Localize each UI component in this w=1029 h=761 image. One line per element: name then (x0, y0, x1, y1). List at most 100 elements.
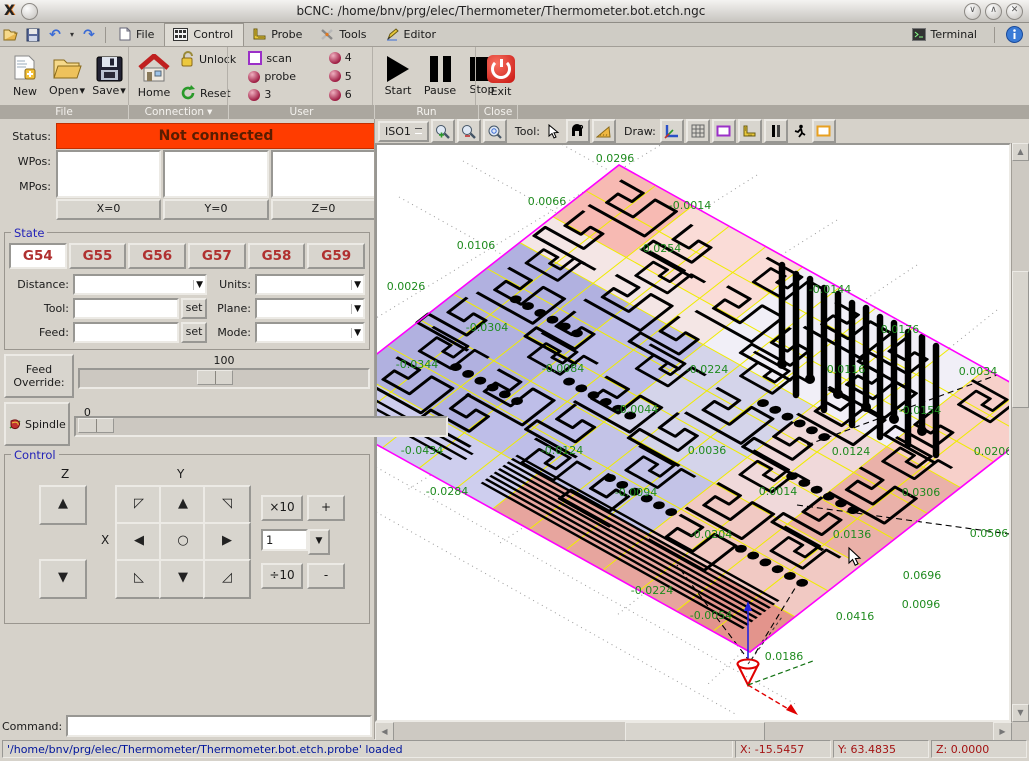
jog-y-minus[interactable]: ▼ (159, 559, 207, 599)
draw-moves-icon[interactable] (790, 121, 810, 141)
jog-z-down[interactable]: ▼ (39, 559, 87, 599)
vertical-scroll-thumb[interactable] (1012, 271, 1029, 408)
distance-combo[interactable]: ▼ (73, 274, 207, 295)
open-file-icon[interactable] (1, 25, 21, 44)
vertical-scrollbar[interactable]: ▲ ▼ (1011, 143, 1029, 722)
wcs-g57-button[interactable]: G57 (188, 243, 246, 269)
z-zero-button[interactable]: Z=0 (271, 199, 376, 220)
horizontal-scroll-thumb[interactable] (625, 722, 765, 741)
user-button-4[interactable]: 4 (327, 50, 354, 65)
home-button[interactable]: Home (133, 53, 175, 100)
save-button[interactable]: Save▾ (88, 55, 130, 98)
tab-file[interactable]: File (111, 23, 164, 46)
scroll-down-icon[interactable]: ▼ (1012, 704, 1029, 722)
section-user[interactable]: User (229, 105, 375, 119)
jog-x-plus-y-plus[interactable]: ◹ (203, 485, 251, 525)
combo-arrow-icon[interactable]: ▼ (308, 529, 330, 555)
maximize-button[interactable]: ∧ (985, 3, 1002, 20)
slider-handle[interactable] (78, 418, 114, 433)
tool-set-button[interactable]: set (181, 298, 207, 319)
draw-margins-icon[interactable] (712, 119, 736, 143)
wcs-g55-button[interactable]: G55 (69, 243, 127, 269)
new-button[interactable]: New (4, 54, 46, 99)
jog-y-plus[interactable]: ▲ (159, 485, 207, 525)
y-zero-button[interactable]: Y=0 (163, 199, 269, 220)
terminal-button[interactable]: Terminal (906, 26, 984, 43)
scroll-right-icon[interactable]: ▶ (993, 722, 1012, 741)
feed-entry[interactable] (73, 322, 179, 343)
section-file[interactable]: File (0, 105, 129, 119)
shade-button[interactable]: ∨ (964, 3, 981, 20)
user-button-scan[interactable]: scan (246, 50, 298, 66)
ruler-tool-icon[interactable] (592, 119, 616, 143)
gcode-canvas[interactable]: 0.02960.0066-0.00140.0106-0.02540.0026-0… (375, 143, 1011, 722)
jog-center[interactable]: ○ (159, 522, 207, 562)
mode-combo[interactable]: ▼ (255, 322, 365, 343)
exit-button[interactable]: Exit (480, 54, 522, 99)
info-icon[interactable] (1006, 26, 1023, 43)
plane-combo[interactable]: ▼ (255, 298, 365, 319)
draw-workarea-icon[interactable] (764, 119, 788, 143)
scroll-left-icon[interactable]: ◀ (375, 722, 394, 741)
step-div10-button[interactable]: ÷10 (261, 563, 303, 589)
combo-arrow-icon[interactable]: ▼ (351, 304, 363, 314)
pause-button[interactable]: Pause (419, 55, 461, 98)
combo-arrow-icon[interactable]: ▼ (351, 280, 363, 290)
step-entry[interactable]: 1 (261, 529, 308, 551)
save-file-icon[interactable] (23, 25, 43, 44)
wcs-g54-button[interactable]: G54 (9, 243, 67, 269)
feed-override-button[interactable]: Feed Override: (4, 354, 74, 398)
step-mul10-button[interactable]: ×10 (261, 495, 303, 521)
jog-x-minus[interactable]: ◀ (115, 522, 163, 562)
tab-control[interactable]: Control (164, 23, 244, 46)
step-plus-button[interactable]: + (307, 495, 345, 521)
section-connection[interactable]: Connection▾ (129, 105, 229, 119)
tab-editor[interactable]: Editor (377, 23, 447, 46)
slider-handle[interactable] (197, 370, 233, 385)
select-pointer-icon[interactable] (544, 121, 564, 141)
horizontal-scroll-track[interactable] (394, 722, 993, 741)
user-button-probe[interactable]: probe (246, 69, 298, 84)
zoom-in-icon[interactable] (431, 119, 455, 143)
step-combo[interactable]: 1 ▼ (261, 529, 330, 555)
scroll-up-icon[interactable]: ▲ (1012, 143, 1029, 161)
step-minus-button[interactable]: - (307, 563, 345, 589)
undo-icon[interactable]: ↶ (45, 25, 65, 44)
wcs-g58-button[interactable]: G58 (248, 243, 306, 269)
vertical-scroll-track[interactable] (1012, 161, 1029, 704)
jog-x-plus[interactable]: ▶ (203, 522, 251, 562)
user-button-5[interactable]: 5 (327, 69, 354, 84)
view-select[interactable]: ISO1 (378, 121, 429, 142)
units-combo[interactable]: ▼ (255, 274, 365, 295)
zoom-fit-icon[interactable] (483, 119, 507, 143)
combo-arrow-icon[interactable]: ▼ (351, 328, 363, 338)
x-zero-button[interactable]: X=0 (56, 199, 161, 220)
close-button[interactable]: ✕ (1006, 3, 1023, 20)
section-close[interactable]: Close (479, 105, 518, 119)
draw-camera-icon[interactable] (812, 119, 836, 143)
open-button[interactable]: Open▾ (46, 55, 88, 98)
tab-probe[interactable]: Probe (244, 23, 312, 46)
zoom-out-icon[interactable] (457, 119, 481, 143)
command-input[interactable] (66, 715, 372, 737)
window-menu-button[interactable] (21, 3, 38, 20)
jog-z-up[interactable]: ▲ (39, 485, 87, 525)
spindle-slider[interactable] (74, 416, 448, 437)
undo-dropdown-icon[interactable]: ▾ (67, 25, 77, 44)
jog-x-plus-y-minus[interactable]: ◿ (203, 559, 251, 599)
user-button-3[interactable]: 3 (246, 87, 298, 102)
redo-icon[interactable]: ↷ (79, 25, 99, 44)
draw-axes-icon[interactable] (660, 119, 684, 143)
draw-grid-icon[interactable] (686, 119, 710, 143)
spindle-button[interactable]: Spindle (4, 402, 70, 446)
jog-x-minus-y-plus[interactable]: ◸ (115, 485, 163, 525)
tab-tools[interactable]: Tools (312, 23, 376, 46)
feed-set-button[interactable]: set (181, 322, 207, 343)
start-button[interactable]: Start (377, 55, 419, 98)
feed-override-slider[interactable] (78, 368, 370, 389)
gantry-tool-icon[interactable] (566, 119, 590, 143)
combo-arrow-icon[interactable]: ▼ (193, 280, 205, 290)
draw-probe-icon[interactable] (738, 119, 762, 143)
wcs-g59-button[interactable]: G59 (307, 243, 365, 269)
user-button-6[interactable]: 6 (327, 87, 354, 102)
